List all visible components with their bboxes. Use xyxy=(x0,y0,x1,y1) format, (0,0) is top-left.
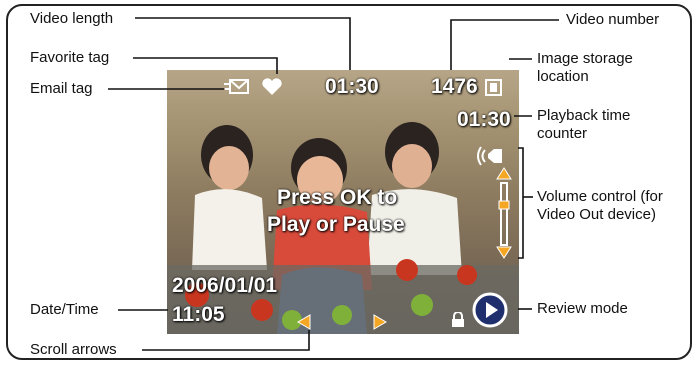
volume-control-label: Volume control (for Video Out device) xyxy=(537,188,663,223)
playback-time-counter-label: Playback time counter xyxy=(537,107,631,142)
date-time-label: Date/Time xyxy=(30,301,99,318)
video-length-label: Video length xyxy=(30,10,114,27)
video-number-label: Video number xyxy=(566,11,660,28)
scroll-arrows-label: Scroll arrows xyxy=(30,341,117,358)
image-storage-location-label: Image storage location xyxy=(537,50,633,85)
review-mode-label: Review mode xyxy=(537,300,628,317)
favorite-tag-label: Favorite tag xyxy=(30,49,110,66)
email-tag-label: Email tag xyxy=(30,80,93,97)
